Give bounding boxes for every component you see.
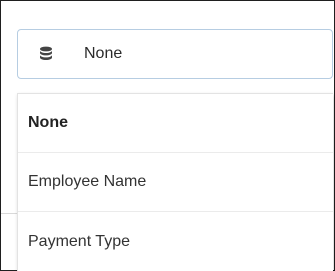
dropdown-list: None Employee Name Payment Type bbox=[17, 93, 333, 271]
option-none[interactable]: None bbox=[18, 94, 333, 153]
background-rule bbox=[1, 213, 17, 214]
database-icon bbox=[18, 46, 74, 62]
select-value: None bbox=[84, 45, 123, 62]
option-employee-name[interactable]: Employee Name bbox=[18, 153, 333, 212]
group-by-select[interactable]: None bbox=[17, 29, 333, 79]
option-payment-type[interactable]: Payment Type bbox=[18, 212, 333, 271]
popup-frame: None None Employee Name Payment Type bbox=[0, 0, 335, 271]
